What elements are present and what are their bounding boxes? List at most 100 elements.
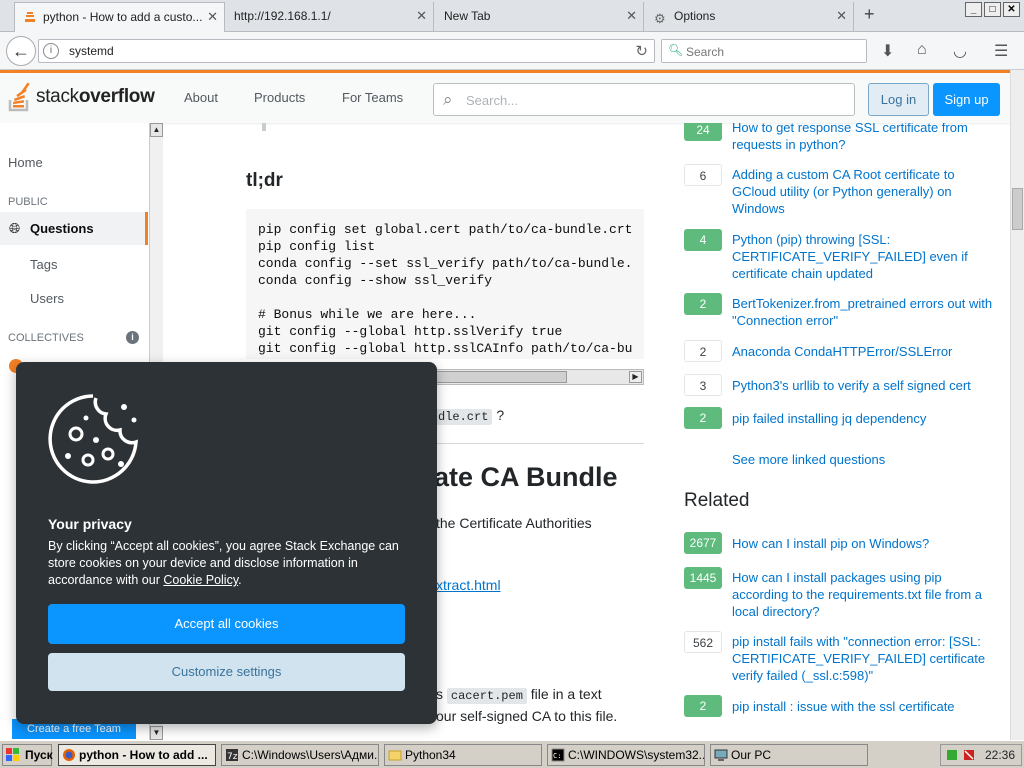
- taskbar-item-label: C:\Windows\Users\Адми...: [242, 748, 379, 762]
- search-icon: 🔍︎: [668, 43, 684, 57]
- svg-text:C:: C:: [553, 752, 561, 760]
- paragraph-2: the Certificate Authorities: [436, 515, 592, 531]
- scroll-down-icon[interactable]: ▼: [150, 726, 163, 740]
- linked-question-link[interactable]: Anaconda CondaHTTPError/SSLError: [732, 343, 996, 360]
- vote-count-badge: 1445: [684, 567, 722, 589]
- os-taskbar: Пуск python - How to add ... 7z C:\Windo…: [0, 740, 1024, 768]
- right-sidebar: 24 How to get response SSL certificate f…: [684, 123, 1004, 740]
- paragraph-1: dle.crt ?: [434, 407, 505, 425]
- related-question-link[interactable]: pip install fails with "connection error…: [732, 633, 996, 684]
- vote-count-badge: 3: [684, 374, 722, 396]
- site-search-input[interactable]: ⌕ Search...: [433, 83, 855, 116]
- svg-text:7z: 7z: [227, 752, 238, 762]
- cookie-consent-dialog: Your privacy By clicking “Accept all coo…: [16, 362, 437, 724]
- taskbar-item-our-pc[interactable]: Our PC: [710, 744, 868, 766]
- nav-about[interactable]: About: [184, 90, 218, 105]
- start-button[interactable]: Пуск: [2, 744, 53, 766]
- blockquote-bar: [262, 123, 266, 131]
- close-tab-icon[interactable]: ✕: [626, 2, 637, 30]
- taskbar-item-label: C:\WINDOWS\system32...: [568, 748, 705, 762]
- menu-icon[interactable]: ☰: [994, 41, 1008, 61]
- taskbar-item-firefox[interactable]: python - How to add ...: [58, 744, 216, 766]
- url-bar[interactable]: i systemd ↻: [38, 39, 655, 63]
- linked-question-link[interactable]: Python (pip) throwing [SSL: CERTIFICATE_…: [732, 231, 996, 282]
- heading-ca-bundle: ate CA Bundle: [434, 462, 618, 492]
- start-label: Пуск: [25, 748, 53, 762]
- browser-search-box[interactable]: 🔍︎ Search: [661, 39, 867, 63]
- paragraph-text: ?: [496, 407, 505, 423]
- taskbar-item-label: Python34: [405, 748, 456, 762]
- cookie-policy-link[interactable]: Cookie Policy: [163, 573, 238, 587]
- browser-tabbar: python - How to add a custo... ✕ http://…: [0, 0, 1024, 32]
- close-tab-icon[interactable]: ✕: [836, 2, 847, 30]
- close-tab-icon[interactable]: ✕: [416, 2, 427, 30]
- sidebar-head-public: PUBLIC: [8, 196, 48, 208]
- back-icon[interactable]: ←: [6, 36, 36, 66]
- reload-icon[interactable]: ↻: [635, 42, 648, 60]
- signup-button[interactable]: Sign up: [933, 83, 1000, 116]
- info-icon[interactable]: i: [43, 43, 59, 59]
- stackoverflow-logo[interactable]: stackoverflow: [8, 81, 155, 113]
- page-scrollbar[interactable]: [1010, 70, 1024, 740]
- taskbar-item-label: Our PC: [731, 748, 772, 762]
- accept-cookies-button[interactable]: Accept all cookies: [48, 604, 405, 644]
- browser-tab[interactable]: New Tab ✕: [436, 2, 644, 32]
- archive-icon: 7z: [225, 748, 239, 762]
- sidebar-item-questions[interactable]: 🌐︎ Questions: [0, 212, 148, 245]
- minimize-icon[interactable]: _: [965, 2, 982, 17]
- browser-tab[interactable]: ⚙ Options ✕: [646, 2, 854, 32]
- login-button[interactable]: Log in: [868, 83, 929, 116]
- sidebar-head-collectives: COLLECTIVES: [8, 332, 84, 344]
- site-search-placeholder: Search...: [466, 93, 519, 108]
- taskbar-item-folder[interactable]: Python34: [384, 744, 542, 766]
- folder-icon: [388, 748, 402, 762]
- vote-count-badge: 24: [684, 123, 722, 141]
- cookie-icon: [46, 392, 141, 490]
- related-question-link[interactable]: How can I install packages using pip acc…: [732, 569, 996, 620]
- nav-for-teams[interactable]: For Teams: [342, 90, 403, 105]
- cookie-body-period: .: [238, 573, 242, 587]
- sidebar-item-home[interactable]: Home: [8, 155, 43, 170]
- logo-text-stack: stack: [36, 86, 79, 107]
- nav-products[interactable]: Products: [254, 90, 305, 105]
- url-text[interactable]: systemd: [69, 44, 114, 58]
- linked-question-link[interactable]: BertTokenizer.from_pretrained errors out…: [732, 295, 996, 329]
- home-icon[interactable]: ⌂: [917, 41, 927, 59]
- logo-text-overflow: overflow: [78, 86, 155, 107]
- inline-code: cacert.pem: [446, 688, 527, 704]
- new-tab-button[interactable]: +: [864, 4, 875, 25]
- linked-question-link[interactable]: pip failed installing jq dependency: [732, 410, 996, 427]
- linked-question-link[interactable]: How to get response SSL certificate from…: [732, 123, 996, 153]
- download-icon[interactable]: ⬇: [881, 41, 894, 61]
- info-icon[interactable]: i: [126, 331, 139, 344]
- maximize-icon[interactable]: □: [984, 2, 1001, 17]
- paragraph-text: s: [436, 686, 443, 702]
- browser-tab-active[interactable]: python - How to add a custo... ✕: [14, 2, 225, 32]
- doc-link[interactable]: xtract.html: [436, 577, 501, 593]
- close-tab-icon[interactable]: ✕: [207, 3, 218, 31]
- scroll-right-icon[interactable]: ▶: [629, 371, 642, 383]
- related-question-link[interactable]: How can I install pip on Windows?: [732, 535, 996, 552]
- sidebar-item-users[interactable]: Users: [30, 291, 64, 306]
- pocket-icon[interactable]: ◡: [953, 41, 967, 61]
- browser-tab[interactable]: http://192.168.1.1/ ✕: [226, 2, 434, 32]
- vote-count-badge: 4: [684, 229, 722, 251]
- network-icon[interactable]: [945, 748, 959, 768]
- sidebar-item-tags[interactable]: Tags: [30, 257, 57, 272]
- taskbar-item-cmd[interactable]: C: C:\WINDOWS\system32...: [547, 744, 705, 766]
- taskbar-item-7zip[interactable]: 7z C:\Windows\Users\Адми...: [221, 744, 379, 766]
- vote-count-badge: 2: [684, 340, 722, 362]
- scroll-up-icon[interactable]: ▲: [150, 123, 163, 137]
- paragraph-3: s cacert.pem file in a text: [436, 686, 602, 704]
- volume-muted-icon[interactable]: [962, 748, 976, 768]
- linked-question-link[interactable]: Adding a custom CA Root certificate to G…: [732, 166, 996, 217]
- page-scrollbar-thumb[interactable]: [1012, 188, 1023, 230]
- stackoverflow-favicon-icon: [23, 6, 37, 22]
- close-window-icon[interactable]: ✕: [1003, 2, 1020, 17]
- browser-search-placeholder: Search: [686, 45, 725, 59]
- linked-question-link[interactable]: Python3's urllib to verify a self signed…: [732, 377, 996, 394]
- customize-settings-button[interactable]: Customize settings: [48, 653, 405, 691]
- see-more-linked-link[interactable]: See more linked questions: [732, 451, 996, 468]
- computer-icon: [714, 748, 728, 762]
- related-question-link[interactable]: pip install : issue with the ssl certifi…: [732, 698, 996, 715]
